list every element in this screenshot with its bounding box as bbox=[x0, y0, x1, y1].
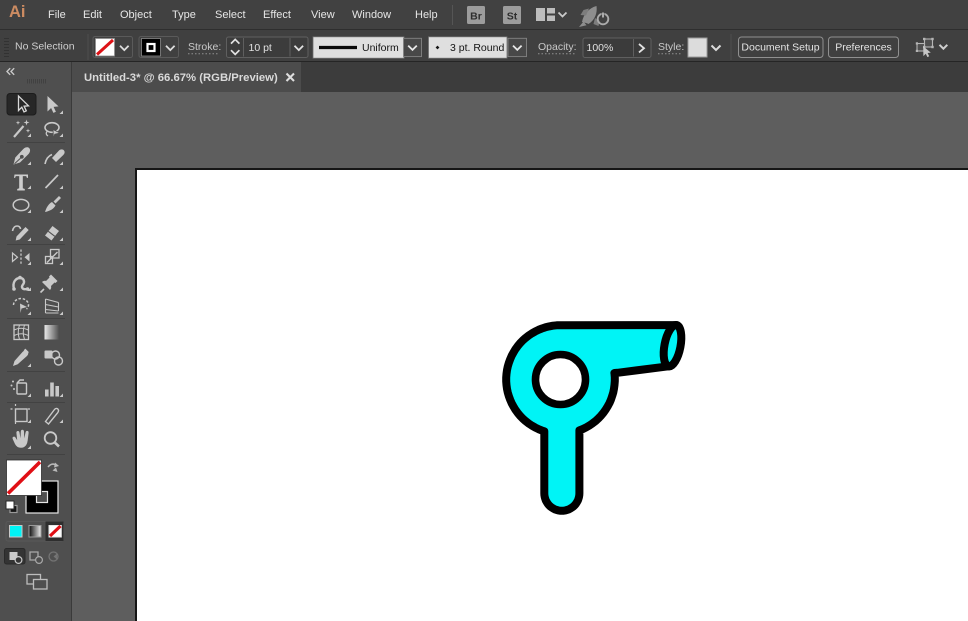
svg-text:Style:: Style: bbox=[658, 41, 684, 53]
svg-text:Br: Br bbox=[470, 11, 482, 23]
svg-text:Preferences: Preferences bbox=[835, 42, 892, 54]
svg-text:3 pt. Round: 3 pt. Round bbox=[450, 42, 504, 54]
svg-text:10 pt: 10 pt bbox=[249, 42, 272, 54]
svg-text:Stroke:: Stroke: bbox=[188, 41, 221, 53]
svg-text:100%: 100% bbox=[587, 42, 614, 54]
svg-text:Document Setup: Document Setup bbox=[741, 42, 819, 54]
svg-text:No Selection: No Selection bbox=[15, 41, 75, 53]
svg-text:St: St bbox=[507, 11, 518, 23]
svg-text:Uniform: Uniform bbox=[362, 42, 399, 54]
svg-text:Opacity:: Opacity: bbox=[538, 41, 577, 53]
